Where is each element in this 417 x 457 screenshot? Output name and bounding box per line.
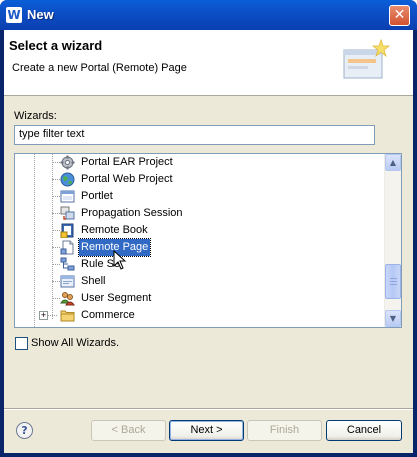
back-button[interactable]: < Back: [91, 420, 166, 441]
tree-item[interactable]: Portlet: [15, 188, 385, 205]
show-all-checkbox[interactable]: [15, 337, 28, 350]
tree-item[interactable]: + Commerce: [15, 307, 385, 324]
title-bar[interactable]: W New ✕: [0, 0, 417, 30]
cancel-button[interactable]: Cancel: [326, 420, 402, 441]
finish-button[interactable]: Finish: [247, 420, 322, 441]
next-button[interactable]: Next >: [169, 420, 244, 441]
tree-item[interactable]: Propagation Session: [15, 205, 385, 222]
app-logo-icon: W: [6, 7, 22, 23]
book-icon: [60, 223, 74, 238]
grip-line: [390, 278, 397, 279]
shell-icon: [60, 275, 75, 288]
filter-input[interactable]: type filter text: [14, 125, 375, 145]
tree-item-label: Portlet: [81, 190, 113, 202]
tree-item-label: Propagation Session: [81, 207, 183, 219]
help-button[interactable]: ?: [16, 422, 33, 439]
tree-item-label: User Segment: [81, 292, 152, 304]
globe-icon: [60, 172, 75, 187]
tree-item-selected[interactable]: Remote Page: [15, 238, 385, 257]
tree-item[interactable]: Portal Web Project: [15, 171, 385, 188]
grip-line: [390, 281, 397, 282]
tree-item-label: Portal EAR Project: [81, 156, 173, 168]
grip-line: [390, 284, 397, 285]
show-all-label[interactable]: Show All Wizards.: [31, 337, 119, 349]
tree-item[interactable]: User Segment: [15, 290, 385, 307]
tree-item-label: Portal Web Project: [81, 173, 173, 185]
wizards-label: Wizards:: [14, 110, 57, 122]
tree-item[interactable]: Rule Se: [15, 256, 385, 273]
window-title: New: [27, 7, 54, 22]
wizard-tree[interactable]: Portal EAR Project Portal Web Project Po…: [14, 153, 402, 328]
new-wizard-window: W New ✕ Select a wizard Create a new Por…: [0, 0, 417, 457]
tree-item[interactable]: Shell: [15, 273, 385, 290]
portlet-icon: [60, 190, 75, 203]
page-description: Create a new Portal (Remote) Page: [12, 62, 187, 74]
tree-item[interactable]: Remote Book: [15, 222, 385, 239]
rule-icon: [60, 257, 75, 271]
folder-icon: [60, 310, 75, 322]
wizard-header: Select a wizard Create a new Portal (Rem…: [4, 30, 413, 96]
gear-icon: [60, 155, 75, 170]
scroll-up-button[interactable]: ▲: [385, 154, 401, 171]
users-icon: [60, 292, 75, 306]
scroll-thumb[interactable]: [385, 264, 401, 299]
cursor-icon: [113, 250, 127, 270]
tree-item-label: Commerce: [81, 309, 135, 321]
tree-item[interactable]: Portal EAR Project: [15, 154, 385, 171]
tree-scrollbar[interactable]: ▲ ▼: [384, 154, 401, 327]
scroll-down-button[interactable]: ▼: [385, 310, 401, 327]
page-title: Select a wizard: [9, 38, 103, 53]
close-button[interactable]: ✕: [389, 5, 410, 26]
expand-toggle[interactable]: +: [39, 311, 48, 320]
dialog-body: Select a wizard Create a new Portal (Rem…: [4, 30, 413, 453]
page-icon: [60, 240, 74, 255]
button-separator: [4, 408, 413, 410]
wizard-banner-icon: [343, 38, 391, 79]
propagation-icon: [60, 206, 75, 220]
tree-item-label: Remote Book: [81, 224, 148, 236]
tree-item-label: Shell: [81, 275, 106, 287]
